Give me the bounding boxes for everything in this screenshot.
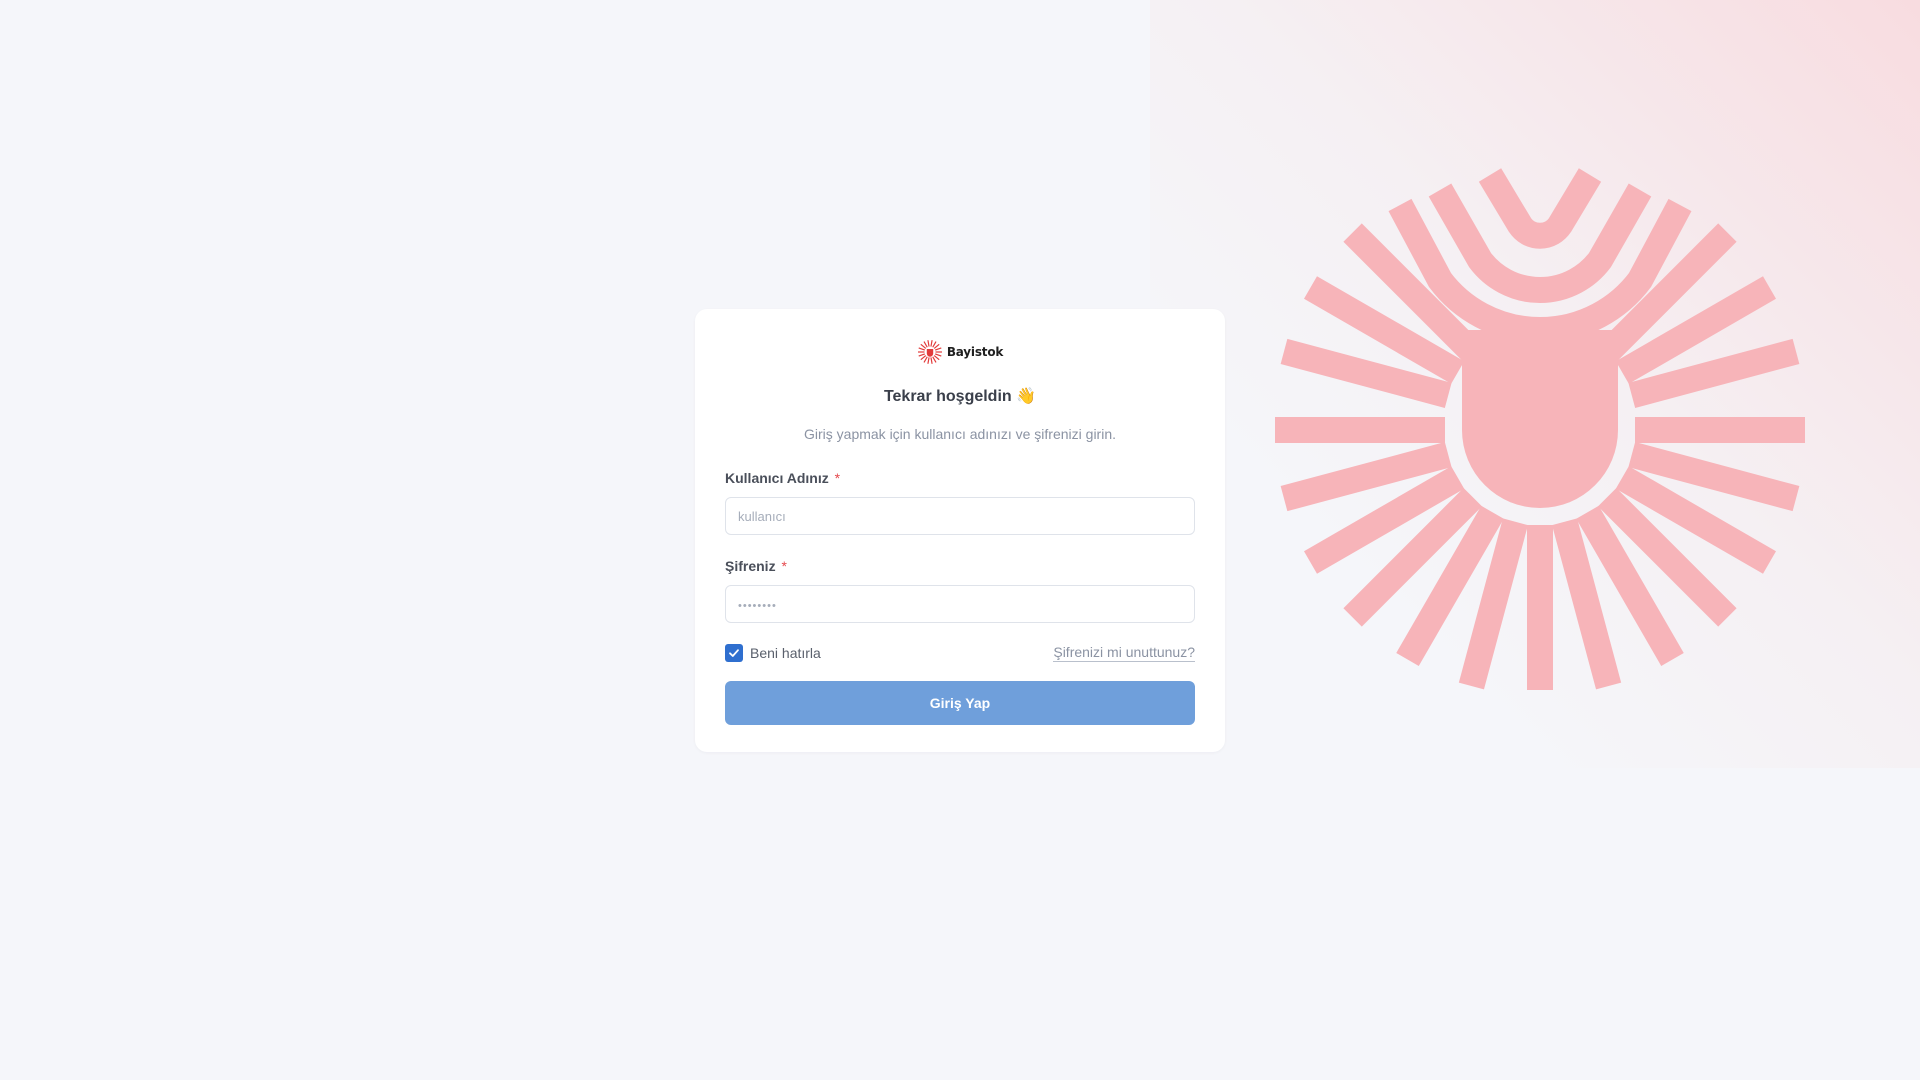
logo-ray bbox=[923, 341, 928, 348]
check-icon bbox=[729, 649, 739, 657]
password-label-text: Şifreniz bbox=[725, 558, 776, 574]
remember-me-toggle[interactable]: Beni hatırla bbox=[725, 644, 821, 662]
forgot-password-link[interactable]: Şifrenizi mi unuttunuz? bbox=[1053, 644, 1195, 662]
logo-ray bbox=[932, 356, 937, 363]
page-subtitle: Giriş yapmak için kullanıcı adınızı ve ş… bbox=[804, 426, 1116, 442]
logo-ray bbox=[927, 357, 930, 364]
logo-ray bbox=[920, 355, 927, 361]
logo-ray bbox=[930, 357, 933, 364]
login-options: Beni hatırla Şifrenizi mi unuttunuz? bbox=[725, 643, 1195, 663]
username-label: Kullanıcı Adınız * bbox=[725, 469, 1195, 487]
page-title: Tekrar hoşgeldin 👋 bbox=[883, 388, 1037, 405]
background-sunburst-icon bbox=[1275, 168, 1805, 690]
logo-ray bbox=[930, 340, 933, 347]
logo-ray bbox=[927, 340, 930, 347]
sunburst-logo-icon bbox=[917, 340, 942, 364]
remember-me-checkbox[interactable] bbox=[725, 644, 743, 662]
logo-ray bbox=[920, 343, 927, 349]
logo-ray bbox=[934, 347, 942, 351]
password-input[interactable] bbox=[725, 585, 1195, 623]
login-card: Bayistok Tekrar hoşgeldin 👋 Giriş yapmak… bbox=[695, 309, 1225, 752]
logo-ray bbox=[923, 356, 928, 363]
logo-ray bbox=[932, 341, 937, 348]
remember-me-label: Beni hatırla bbox=[750, 645, 821, 661]
logo-ray bbox=[933, 343, 940, 349]
username-label-text: Kullanıcı Adınız bbox=[725, 470, 829, 486]
username-input[interactable] bbox=[725, 497, 1195, 535]
logo-ray bbox=[918, 353, 925, 357]
password-label: Şifreniz * bbox=[725, 557, 1195, 575]
brand-name: Bayistok bbox=[946, 345, 1004, 359]
required-mark: * bbox=[781, 558, 787, 574]
login-button[interactable]: Giriş Yap bbox=[725, 681, 1195, 725]
logo-ray bbox=[933, 355, 940, 361]
logo-ray bbox=[918, 347, 925, 351]
required-mark: * bbox=[834, 470, 841, 486]
logo-ray bbox=[934, 353, 942, 357]
brand-logo: Bayistok bbox=[725, 339, 1195, 365]
